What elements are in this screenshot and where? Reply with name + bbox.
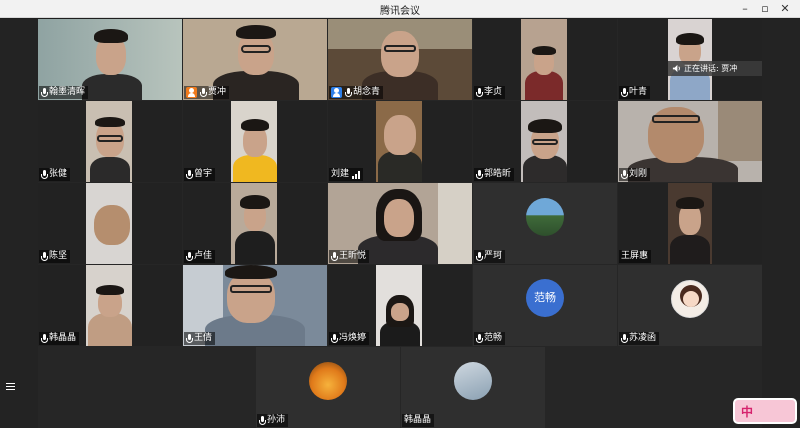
maximize-icon[interactable]: ▫	[756, 1, 774, 16]
participant-name: 郭皓昕	[474, 168, 515, 181]
video-tile[interactable]: 翰墨清晖	[38, 19, 182, 100]
mic-icon	[621, 333, 628, 344]
right-sidebar	[762, 19, 800, 428]
participant-name: 胡念青	[329, 86, 384, 99]
window-title: 腾讯会议	[380, 6, 420, 17]
mic-icon	[186, 333, 193, 344]
participant-name: 张健	[39, 168, 71, 181]
logo: 中	[733, 398, 797, 424]
mic-icon	[476, 169, 483, 180]
video-grid: 翰墨清晖 贾冲 胡念青 李贞 叶青 张健 曾宇 刘建 郭皓昕 刘刚 陈坚 卢佳 …	[38, 19, 762, 428]
participant-name: 孙沛	[257, 414, 289, 427]
host-badge-icon	[186, 87, 197, 98]
video-tile[interactable]: 韩晶晶	[401, 347, 545, 428]
title-bar: 腾讯会议 – ▫ ✕	[0, 0, 800, 18]
video-tile[interactable]: 苏凌函	[618, 265, 762, 346]
mic-icon	[41, 251, 48, 262]
avatar	[454, 362, 492, 400]
mic-icon	[621, 169, 628, 180]
video-tile[interactable]: 曾宇	[183, 101, 327, 182]
mic-icon	[41, 333, 48, 344]
mic-icon	[41, 169, 48, 180]
video-tile[interactable]: 胡念青	[328, 19, 472, 100]
participant-name: 范畅	[474, 332, 506, 345]
avatar	[671, 280, 709, 318]
mic-icon	[41, 87, 48, 98]
video-tile[interactable]: 李贞	[473, 19, 617, 100]
video-tile[interactable]: 刘刚	[618, 101, 762, 182]
video-tile[interactable]: 王屏惠	[618, 183, 762, 264]
video-tile[interactable]: 范畅 范畅	[473, 265, 617, 346]
participant-name: 王倩	[184, 332, 216, 345]
video-tile[interactable]: 叶青	[618, 19, 762, 100]
mic-icon	[621, 87, 628, 98]
participant-name: 卢佳	[184, 250, 216, 263]
participant-name: 严珂	[474, 250, 506, 263]
mic-icon	[331, 333, 338, 344]
participant-name: 韩晶晶	[39, 332, 80, 345]
video-tile[interactable]: 孙沛	[256, 347, 400, 428]
close-icon[interactable]: ✕	[776, 1, 794, 16]
mic-icon	[186, 251, 193, 262]
video-tile[interactable]: 严珂	[473, 183, 617, 264]
avatar: 范畅	[526, 279, 564, 317]
avatar	[526, 198, 564, 236]
participant-name: 翰墨清晖	[39, 86, 89, 99]
video-tile[interactable]: 韩晶晶	[38, 265, 182, 346]
video-tile[interactable]: 卢佳	[183, 183, 327, 264]
signal-icon	[352, 170, 361, 179]
participant-name: 陈坚	[39, 250, 71, 263]
speaker-icon	[672, 64, 680, 73]
mic-icon	[259, 415, 266, 426]
participant-name: 冯焕婷	[329, 332, 370, 345]
participant-name: 李贞	[474, 86, 506, 99]
mic-icon	[476, 251, 483, 262]
video-tile[interactable]: 冯焕婷	[328, 265, 472, 346]
video-tile[interactable]: 刘建	[328, 101, 472, 182]
cohost-badge-icon	[331, 87, 342, 98]
participant-name: 刘刚	[619, 168, 651, 181]
participant-name: 叶青	[619, 86, 651, 99]
speaking-indicator: 正在讲话: 贾冲	[668, 61, 762, 76]
video-tile[interactable]: 郭皓昕	[473, 101, 617, 182]
avatar	[309, 362, 347, 400]
menu-icon[interactable]	[6, 382, 15, 391]
video-tile[interactable]: 王倩	[183, 265, 327, 346]
mic-icon	[476, 87, 483, 98]
participant-name: 贾冲	[184, 86, 230, 99]
video-tile[interactable]: 陈坚	[38, 183, 182, 264]
mic-icon	[345, 87, 352, 98]
participant-name: 苏凌函	[619, 332, 660, 345]
participant-name: 王昕悦	[329, 250, 370, 263]
mic-icon	[476, 333, 483, 344]
mic-icon	[186, 169, 193, 180]
participant-name: 韩晶晶	[402, 414, 435, 427]
video-tile[interactable]: 贾冲	[183, 19, 327, 100]
minimize-icon[interactable]: –	[736, 1, 754, 16]
participant-name: 王屏惠	[619, 250, 652, 263]
video-tile[interactable]: 张健	[38, 101, 182, 182]
mic-icon	[331, 251, 338, 262]
participant-name: 刘建	[329, 168, 364, 181]
mic-icon	[200, 87, 207, 98]
video-tile[interactable]: 王昕悦	[328, 183, 472, 264]
left-sidebar	[0, 19, 38, 428]
participant-name: 曾宇	[184, 168, 216, 181]
